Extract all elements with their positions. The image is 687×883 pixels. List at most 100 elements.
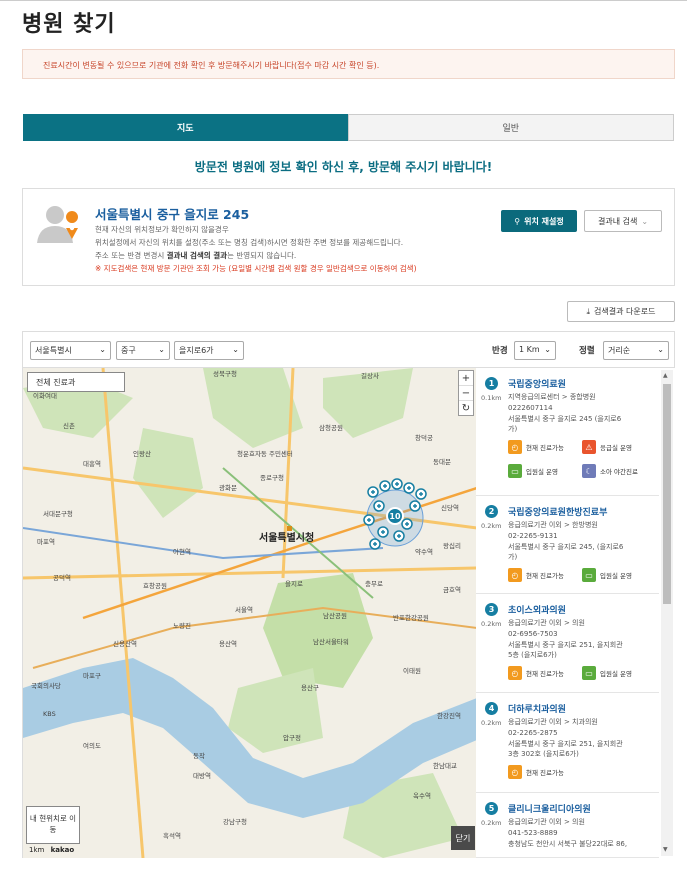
scrollbar-thumb[interactable] (663, 384, 671, 604)
map-place-label: 아현역 (173, 547, 191, 556)
result-address-line1: 충청남도 천안시 서북구 불당22대로 86, (508, 840, 628, 848)
map-place-label: 반포한강공원 (393, 613, 429, 622)
hospital-marker[interactable] (415, 488, 427, 500)
hospital-marker[interactable] (367, 486, 379, 498)
map-place-label: 남산공원 (323, 611, 347, 620)
feature-icon: ▭ (582, 568, 596, 582)
view-tabs: 지도 일반 (23, 114, 674, 141)
result-address-line2: 가) (508, 425, 518, 433)
result-item[interactable]: 5 0.2km 클리니크울리디아의원 응급의료기관 이외 > 의원 041-523-88… (476, 793, 659, 858)
result-name-link[interactable]: 국립중앙의료원한방진료부 (508, 505, 607, 518)
scroll-down-icon[interactable]: ▼ (663, 846, 668, 853)
result-number-badge: 2 (485, 505, 498, 518)
tab-general[interactable]: 일반 (347, 114, 674, 141)
results-scrollbar[interactable]: ▲ ▼ (661, 370, 673, 856)
map-place-label: 한남대교 (433, 761, 457, 770)
search-within-results-button[interactable]: 결과내 검색 ⌄ (584, 210, 662, 232)
hospital-marker[interactable] (393, 530, 405, 542)
hospital-marker[interactable] (403, 482, 415, 494)
feature-icon: ▭ (582, 666, 596, 680)
result-item[interactable]: 2 0.2km 국립중앙의료원한방진료부 응급의료기관 이외 > 한방병원 02-226… (476, 496, 659, 594)
hospital-marker[interactable] (401, 518, 413, 530)
result-number-badge: 4 (485, 702, 498, 715)
result-distance: 0.1km (481, 394, 502, 402)
chevron-down-icon: ⌄ (544, 345, 551, 354)
result-type: 응급의료기관 이외 > 한방병원 (508, 521, 598, 529)
result-item[interactable]: 3 0.2km 초이스외과의원 응급의료기관 이외 > 의원 02-6956-7503 서… (476, 594, 659, 693)
map-place-label: 동작 (193, 751, 205, 760)
zoom-in-button[interactable]: + (459, 371, 473, 386)
hospital-marker[interactable] (369, 538, 381, 550)
result-item[interactable]: 4 0.2km 더하루치과의원 응급의료기관 이외 > 치과의원 02-2265-287… (476, 693, 659, 793)
zoom-out-button[interactable]: − (459, 386, 473, 401)
close-list-button[interactable]: 닫기 (451, 826, 475, 850)
feature-icon: ⚠ (582, 440, 596, 454)
hospital-marker-cluster[interactable]: 10 (386, 507, 404, 525)
hospital-marker[interactable] (379, 480, 391, 492)
chevron-down-icon: ⌄ (99, 345, 106, 354)
chevron-down-icon: ⌄ (232, 345, 239, 354)
reset-location-button[interactable]: ⚲ 위치 재설정 (501, 210, 577, 232)
feature-label: 입원실 운영 (600, 572, 632, 580)
center-label: 서울특별시청 (259, 531, 314, 544)
map-place-label: 신촌 (63, 421, 75, 430)
map-place-label: 서대문구청 (43, 509, 73, 518)
hospital-marker[interactable] (409, 500, 421, 512)
map-place-label: 을지로 (285, 579, 303, 588)
location-pin-icon: ⚲ (514, 216, 521, 226)
map-place-label: 흑석역 (163, 831, 181, 840)
tab-map[interactable]: 지도 (23, 114, 348, 141)
result-name-link[interactable]: 국립중앙의료원 (508, 377, 566, 390)
dong-value: 을지로6가 (179, 346, 214, 355)
map-canvas[interactable]: 길상사 성북구청삼청공원창덕궁청운효자동 주민센터종로구청광화문 인왕산서대문구청남… (23, 368, 476, 858)
feature-icon: ☾ (582, 464, 596, 478)
download-results-button[interactable]: ⤓ 검색결과 다운로드 (567, 301, 675, 322)
result-address-line1: 서울특별시 중구 을지로 251, 을지회관 (508, 641, 623, 649)
map-place-label: 신용산역 (113, 639, 137, 648)
district-select[interactable]: 중구 ⌄ (116, 341, 170, 360)
zoom-control: + − ↻ (458, 370, 474, 416)
hospital-marker[interactable] (373, 500, 385, 512)
result-feature-chip: ▭ 입원실 운영 (508, 464, 558, 478)
city-value: 서울특별시 (35, 346, 72, 355)
result-distance: 0.2km (481, 819, 502, 827)
result-name-link[interactable]: 클리니크울리디아의원 (508, 802, 591, 815)
result-type: 응급의료기관 이외 > 의원 (508, 818, 585, 826)
feature-icon: ▭ (508, 464, 522, 478)
result-item[interactable]: 1 0.1km 국립중앙의료원 지역응급의료센터 > 종합병원 0222607114 서울… (476, 368, 659, 496)
hospital-marker[interactable] (377, 526, 389, 538)
map-place-label: 광화문 (219, 484, 237, 492)
scroll-up-icon[interactable]: ▲ (663, 372, 668, 379)
dong-select[interactable]: 을지로6가 ⌄ (174, 341, 244, 360)
reset-location-label: 위치 재설정 (524, 216, 564, 226)
feature-label: 현재 진료가능 (526, 444, 564, 452)
download-icon: ⤓ (586, 306, 591, 316)
result-feature-chip: ◴ 현재 진료가능 (508, 666, 564, 680)
feature-label: 입원실 운영 (600, 670, 632, 678)
result-address-line2: 가) (508, 553, 518, 561)
location-desc-line3: 주소 또는 반경 변경시 결과내 검색의 결과는 반영되지 않습니다. (95, 249, 417, 262)
map-place-label: 옥수역 (413, 791, 431, 800)
sort-select[interactable]: 거리순 ⌄ (603, 341, 669, 360)
radius-select[interactable]: 1 Km ⌄ (514, 341, 556, 360)
location-panel: 서울특별시 중구 을지로 245 현재 자신의 위치정보가 확인하지 않을경우 … (22, 188, 675, 286)
city-select[interactable]: 서울특별시 ⌄ (30, 341, 111, 360)
guide-message: 방문전 병원에 정보 확인 하신 후, 방문해 주시기 바랍니다! (194, 160, 493, 174)
hospital-marker[interactable] (363, 514, 375, 526)
notice-banner: 진료시간이 변동될 수 있으므로 기관에 전화 확인 후 방문해주시기 바랍니다… (22, 49, 675, 79)
map-place-label: 성북구청 (213, 369, 237, 378)
feature-icon: ◴ (508, 568, 522, 582)
department-filter-button[interactable]: 전체 진료과 (27, 372, 125, 392)
map-place-label: 남산서울타워 (313, 637, 349, 646)
reset-view-icon[interactable]: ↻ (459, 401, 473, 416)
map-view[interactable]: 길상사 성북구청 삼청공원 창덕궁 청운효자동 주민센터 종로구청 광화문 인왕산 서대문구청 남… (22, 368, 476, 858)
chevron-down-icon: ⌄ (158, 345, 165, 354)
filter-bar: 서울특별시 ⌄ 중구 ⌄ 을지로6가 ⌄ 반경 1 Km ⌄ 정렬 거리순 ⌄ (22, 331, 675, 368)
result-name-link[interactable]: 초이스외과의원 (508, 603, 566, 616)
my-location-button[interactable]: 내 현위치로 이동 (26, 806, 80, 844)
result-name-link[interactable]: 더하루치과의원 (508, 702, 566, 715)
desc3-c: 는 반영되지 않습니다. (227, 251, 297, 260)
feature-icon: ◴ (508, 765, 522, 779)
hospital-marker[interactable] (391, 478, 403, 490)
result-feature-chip: ◴ 현재 진료가능 (508, 765, 564, 779)
